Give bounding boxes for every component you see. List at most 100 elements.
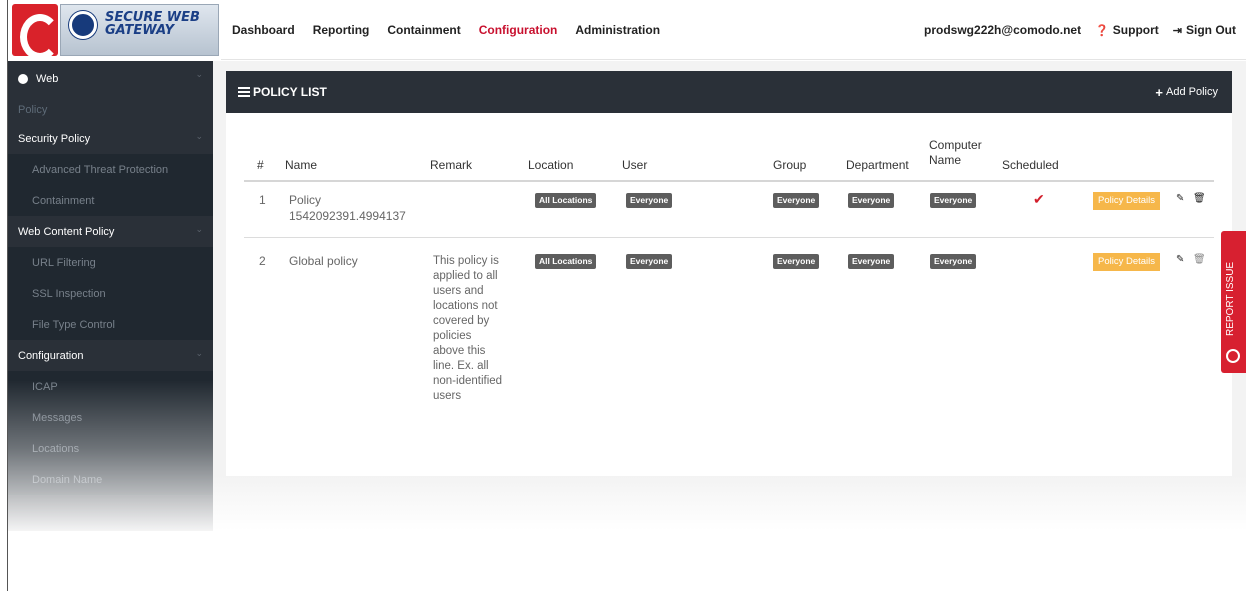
user-badge: Everyone <box>626 254 673 269</box>
bottom-fade-overlay <box>213 476 1246 531</box>
list-icon <box>238 87 250 97</box>
comodo-logo-icon <box>12 4 60 60</box>
remark-line: users and <box>433 285 484 297</box>
sidebar-item-containment[interactable]: Containment <box>8 185 213 216</box>
check-icon: ✔ <box>1033 191 1045 207</box>
col-header-name[interactable]: Name <box>285 158 317 173</box>
sidebar-item-ssl-inspection[interactable]: SSL Inspection <box>8 278 213 309</box>
group-badge: Everyone <box>773 193 820 208</box>
chevron-down-icon: ⌄ <box>195 131 203 141</box>
location-badge: All Locations <box>535 254 597 269</box>
col-header-user[interactable]: User <box>622 158 647 173</box>
policy-details-button[interactable]: Policy Details <box>1093 253 1161 271</box>
nav-configuration[interactable]: Configuration <box>479 23 558 37</box>
row-name-line1: Global policy <box>289 254 358 268</box>
row-divider <box>244 237 1214 238</box>
add-policy-button[interactable]: + Add Policy <box>1155 85 1218 100</box>
sidebar-item-web[interactable]: Web ⌄ <box>8 61 213 96</box>
sidebar-section-security-policy[interactable]: Security Policy ⌄ <box>8 123 213 154</box>
row-name-line2: 1542092391.4994137 <box>289 209 406 223</box>
sidebar-item-label: Configuration <box>18 349 84 362</box>
sidebar-section-web-content-policy[interactable]: Web Content Policy ⌄ <box>8 216 213 247</box>
sign-out-icon: ⇥ <box>1172 24 1182 37</box>
col-header-computer-name[interactable]: Computer Name <box>929 138 982 168</box>
panel-header: POLICY LIST + Add Policy <box>226 71 1232 113</box>
user-menu: prodswg222h@comodo.net ❓ Support ⇥ Sign … <box>910 0 1236 60</box>
chevron-down-icon: ⌄ <box>195 69 203 79</box>
remark-line: users <box>433 390 462 402</box>
remark-line: line. Ex. all <box>433 360 489 372</box>
logo[interactable]: SECURE WEB GATEWAY <box>8 0 221 60</box>
sidebar-item-domain-name[interactable]: Domain Name <box>8 464 213 495</box>
remark-line: This policy is <box>433 255 499 267</box>
user-email[interactable]: prodswg222h@comodo.net <box>924 23 1081 37</box>
row-remark: This policy is applied to all users and … <box>433 254 525 404</box>
nav-containment[interactable]: Containment <box>387 23 460 37</box>
report-issue-tab[interactable]: REPORT ISSUE <box>1221 231 1246 373</box>
sidebar-item-advanced-threat-protection[interactable]: Advanced Threat Protection <box>8 154 213 185</box>
add-policy-label: Add Policy <box>1166 86 1218 98</box>
nav-dashboard[interactable]: Dashboard <box>232 23 295 37</box>
trash-icon[interactable]: 🗑 <box>1193 193 1206 204</box>
remark-line: locations not <box>433 300 498 312</box>
panel-title: POLICY LIST <box>238 85 327 99</box>
department-badge: Everyone <box>848 193 895 208</box>
sidebar-item-policy[interactable]: Policy <box>8 96 213 123</box>
sidebar-item-label: Security Policy <box>18 132 91 145</box>
sign-out-link[interactable]: ⇥ Sign Out <box>1173 23 1236 37</box>
chevron-down-icon: ⌄ <box>195 348 203 358</box>
group-badge: Everyone <box>773 254 820 269</box>
top-bar: SECURE WEB GATEWAY Dashboard Reporting C… <box>8 0 1246 60</box>
trash-icon[interactable]: 🗑 <box>1193 254 1206 265</box>
nav-reporting[interactable]: Reporting <box>313 23 370 37</box>
globe-icon <box>18 73 28 84</box>
sidebar-item-label: Policy <box>18 103 48 116</box>
sidebar-item-file-type-control[interactable]: File Type Control <box>8 309 213 340</box>
shield-logo-icon <box>69 11 97 39</box>
header-divider <box>244 180 1214 182</box>
product-logo: SECURE WEB GATEWAY <box>60 4 219 56</box>
col-header-computer-line2: Name <box>929 153 962 167</box>
col-header-num: # <box>257 158 264 172</box>
remark-line: non-identified <box>433 375 503 387</box>
product-name-line2: GATEWAY <box>105 23 175 38</box>
support-link[interactable]: ❓ Support <box>1095 23 1159 37</box>
location-badge: All Locations <box>535 193 597 208</box>
sidebar-section-configuration[interactable]: Configuration ⌄ <box>8 340 213 371</box>
row-num: 2 <box>259 254 266 268</box>
sidebar-item-label: Web Content Policy <box>18 225 115 238</box>
col-header-remark[interactable]: Remark <box>430 158 472 173</box>
main-nav: Dashboard Reporting Containment Configur… <box>232 0 678 60</box>
sidebar-item-locations[interactable]: Locations <box>8 433 213 464</box>
col-header-group[interactable]: Group <box>773 158 806 173</box>
chevron-down-icon: ⌄ <box>195 224 203 234</box>
user-badge: Everyone <box>626 193 673 208</box>
computer-badge: Everyone <box>930 193 977 208</box>
sign-out-label: Sign Out <box>1186 23 1236 37</box>
sidebar-item-label: Web <box>36 72 59 85</box>
report-issue-icon <box>1226 349 1240 363</box>
col-header-location[interactable]: Location <box>528 158 573 173</box>
sidebar-item-url-filtering[interactable]: URL Filtering <box>8 247 213 278</box>
col-header-department[interactable]: Department <box>846 158 909 173</box>
sidebar: Web ⌄ Policy Security Policy ⌄ Advanced … <box>8 61 213 531</box>
report-issue-label: REPORT ISSUE <box>1225 261 1236 336</box>
policy-details-button[interactable]: Policy Details <box>1093 192 1161 210</box>
remark-line: applied to all <box>433 270 498 282</box>
col-header-scheduled[interactable]: Scheduled <box>1002 158 1059 173</box>
row-name-line1: Policy <box>289 193 322 207</box>
sidebar-item-messages[interactable]: Messages <box>8 402 213 433</box>
question-circle-icon: ❓ <box>1095 24 1109 37</box>
support-label: Support <box>1112 23 1159 37</box>
panel-title-text: POLICY LIST <box>253 85 327 99</box>
policy-list-panel: POLICY LIST + Add Policy <box>226 71 1232 476</box>
nav-administration[interactable]: Administration <box>575 23 660 37</box>
plus-icon: + <box>1155 84 1164 100</box>
remark-line: covered by <box>433 315 490 327</box>
row-num: 1 <box>259 193 266 207</box>
department-badge: Everyone <box>848 254 895 269</box>
pencil-icon[interactable]: ✎ <box>1176 193 1184 204</box>
pencil-icon[interactable]: ✎ <box>1176 254 1184 265</box>
col-header-computer-line1: Computer <box>929 138 982 152</box>
sidebar-item-icap[interactable]: ICAP <box>8 371 213 402</box>
